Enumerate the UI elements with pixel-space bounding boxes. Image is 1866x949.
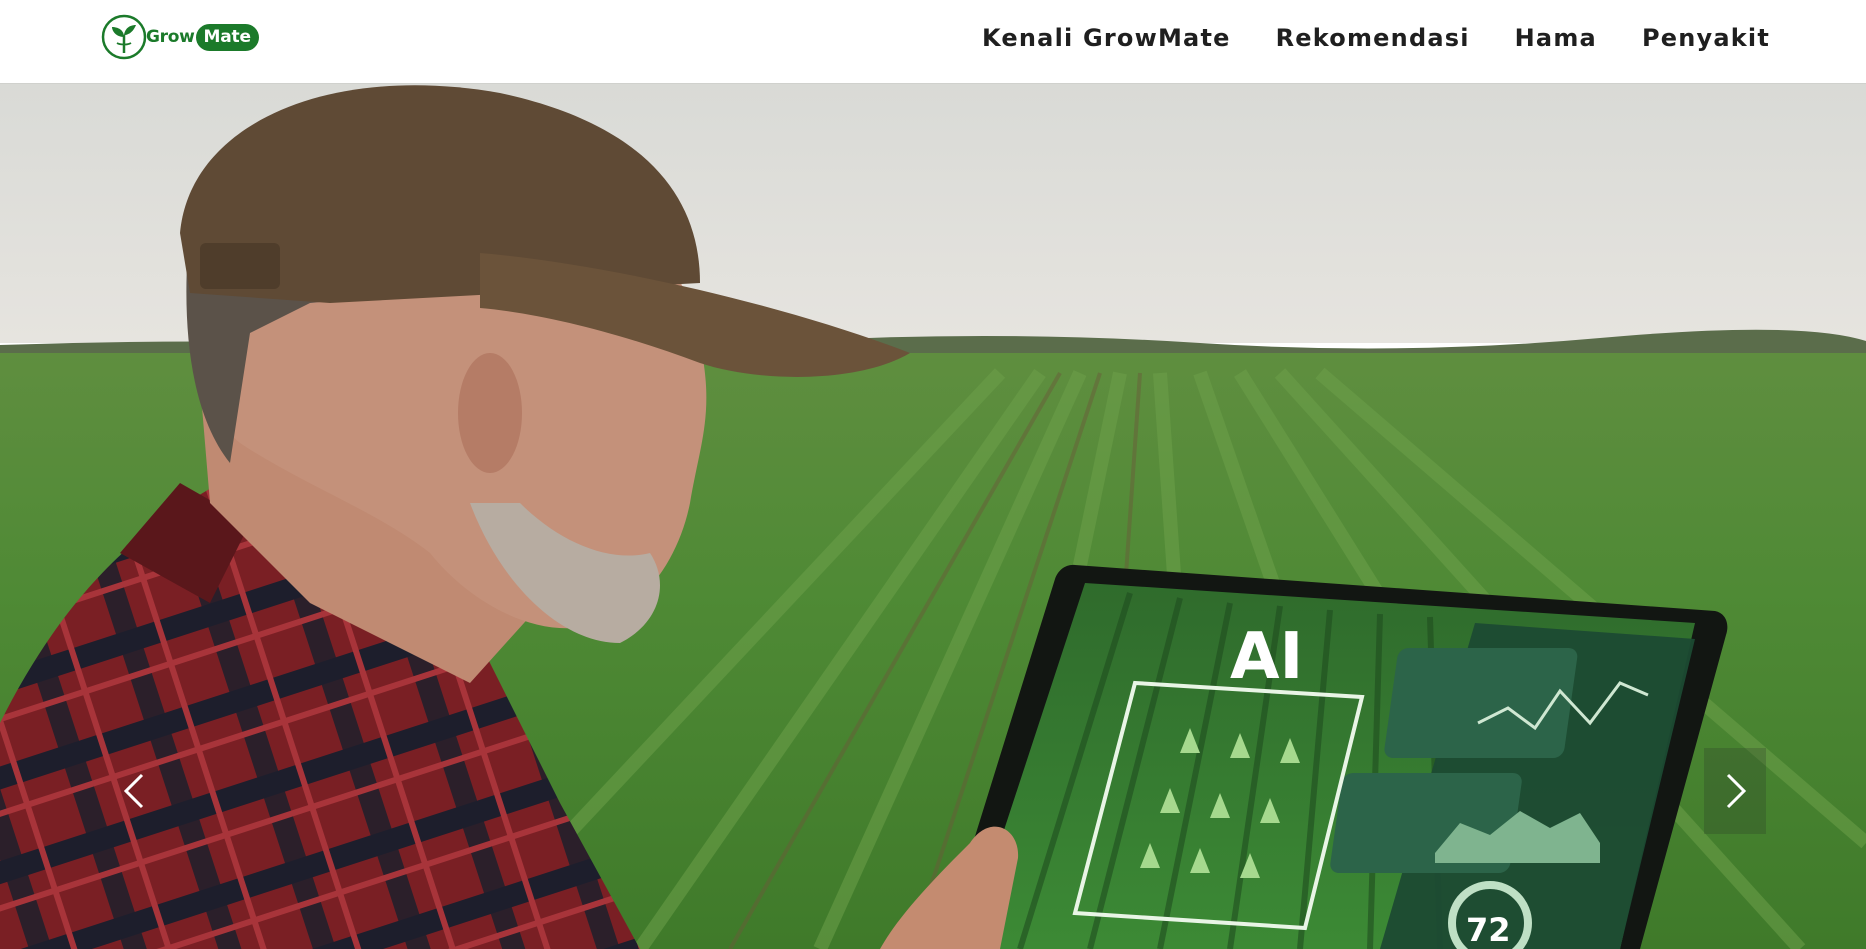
top-navbar: Grow Mate Kenali GrowMate Rekomendasi Ha… [0,0,1866,83]
nav-link-hama[interactable]: Hama [1515,24,1597,52]
nav-link-penyakit[interactable]: Penyakit [1642,24,1770,52]
sprout-logo-icon [101,14,147,60]
chevron-left-icon [123,773,144,809]
carousel-next-button[interactable] [1704,748,1766,834]
gauge-text: 72 [1466,911,1511,949]
nav-link-rekomendasi[interactable]: Rekomendasi [1276,24,1470,52]
main-nav: Kenali GrowMate Rekomendasi Hama Penyaki… [982,0,1770,76]
logo-wordmark: Grow Mate [146,23,259,51]
tablet-ai-label: AI [1230,620,1303,694]
hero-image: 72 AI [0,83,1866,949]
carousel-prev-button[interactable] [104,748,166,834]
hero-carousel: 72 AI [0,83,1866,949]
logo-mate-text: Mate [195,23,259,51]
growmate-logo[interactable]: Grow Mate [100,13,259,61]
logo-grow-text: Grow [146,27,195,47]
nav-link-kenali-growmate[interactable]: Kenali GrowMate [982,24,1231,52]
tablet: 72 AI [940,564,1728,949]
chevron-right-icon [1726,773,1747,809]
